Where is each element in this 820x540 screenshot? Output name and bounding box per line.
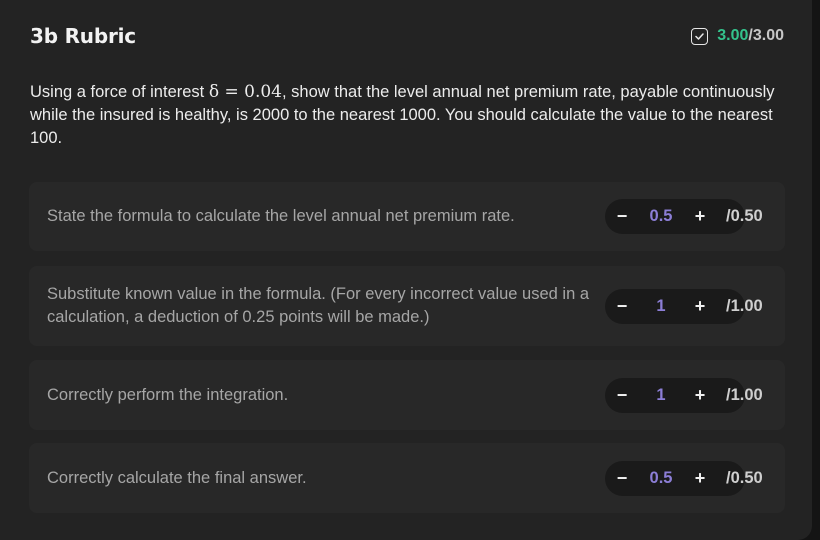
rubric-header: 3b Rubric 3.00/3.00	[30, 22, 784, 50]
criterion-text: Correctly calculate the final answer.	[47, 468, 307, 487]
score-stepper: − 1 +	[605, 377, 745, 413]
criterion-card: Correctly calculate the final answer. − …	[29, 443, 785, 513]
max-score: /0.50	[726, 468, 763, 487]
score-stepper: − 0.5 +	[605, 199, 745, 234]
rubric-panel: 3b Rubric 3.00/3.00 Using a force of int…	[0, 0, 812, 540]
checkbox-icon[interactable]	[691, 27, 709, 45]
increment-button[interactable]: +	[685, 199, 715, 234]
decrement-button[interactable]: −	[607, 378, 637, 413]
question-text-before: Using a force of interest	[30, 83, 209, 101]
score-summary: 3.00/3.00	[691, 27, 784, 45]
rubric-title: 3b Rubric	[30, 24, 136, 48]
max-score: /0.50	[726, 207, 763, 225]
question-math: δ = 0.04	[208, 82, 282, 102]
criterion-text: Substitute known value in the formula. (…	[47, 285, 590, 326]
criterion-card: State the formula to calculate the level…	[29, 182, 785, 251]
score-value[interactable]: 0.5	[635, 469, 687, 488]
decrement-button[interactable]: −	[607, 289, 637, 324]
score-total: /3.00	[748, 27, 784, 44]
score-value[interactable]: 0.5	[635, 207, 687, 226]
max-score: /1.00	[726, 385, 763, 404]
criterion-card: Substitute known value in the formula. (…	[29, 266, 785, 346]
criterion-card: Correctly perform the integration. − 1 +…	[29, 360, 785, 430]
increment-button[interactable]: +	[685, 461, 715, 496]
decrement-button[interactable]: −	[607, 199, 637, 234]
criterion-text: State the formula to calculate the level…	[47, 207, 515, 225]
decrement-button[interactable]: −	[607, 461, 637, 496]
score-value[interactable]: 1	[635, 386, 687, 405]
increment-button[interactable]: +	[685, 378, 715, 413]
criterion-text: Correctly perform the integration.	[47, 385, 289, 404]
score-earned: 3.00	[717, 27, 749, 44]
question-text: Using a force of interest δ = 0.04, show…	[30, 81, 780, 150]
score-stepper: − 0.5 +	[605, 460, 745, 496]
max-score: /1.00	[726, 296, 763, 315]
score-value[interactable]: 1	[635, 297, 687, 316]
increment-button[interactable]: +	[685, 289, 715, 324]
score-stepper: − 1 +	[605, 288, 745, 324]
